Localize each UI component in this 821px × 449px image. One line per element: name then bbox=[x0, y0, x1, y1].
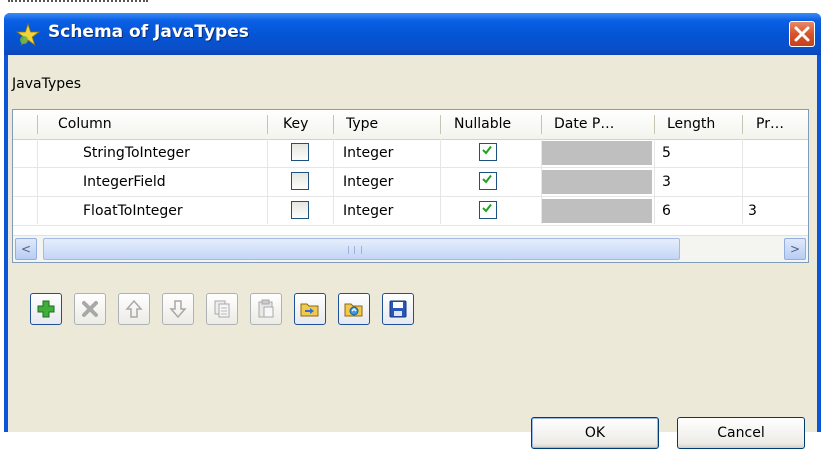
nullable-checkbox[interactable] bbox=[479, 172, 497, 190]
col-header-date-pattern[interactable]: Date P… bbox=[554, 110, 654, 139]
col-header-column[interactable]: Column bbox=[58, 110, 258, 139]
cancel-button[interactable]: Cancel bbox=[677, 417, 805, 449]
import-icon bbox=[300, 303, 319, 317]
close-icon bbox=[794, 26, 810, 42]
checkmark-icon bbox=[482, 174, 492, 184]
save-icon bbox=[389, 300, 407, 318]
window-title: Schema of JavaTypes bbox=[48, 22, 249, 42]
table-row[interactable]: StringToInteger Integer 5 bbox=[13, 139, 808, 168]
close-button[interactable] bbox=[789, 21, 815, 47]
move-down-button[interactable] bbox=[162, 293, 194, 325]
key-checkbox[interactable] bbox=[291, 172, 309, 190]
checkmark-icon bbox=[482, 145, 492, 155]
cell-precision[interactable]: 3 bbox=[748, 197, 757, 225]
table-row[interactable]: FloatToInteger Integer 6 3 bbox=[13, 197, 808, 226]
paste-button[interactable] bbox=[250, 293, 282, 325]
grip-icon bbox=[348, 246, 362, 254]
scroll-thumb[interactable] bbox=[43, 238, 680, 260]
col-header-key[interactable]: Key bbox=[283, 110, 323, 139]
cell-type[interactable]: Integer bbox=[343, 197, 393, 225]
cell-column-name[interactable]: IntegerField bbox=[83, 168, 166, 196]
col-header-nullable[interactable]: Nullable bbox=[454, 110, 544, 139]
table-row[interactable]: IntegerField Integer 3 bbox=[13, 168, 808, 197]
paste-icon bbox=[258, 299, 274, 318]
cell-length[interactable]: 5 bbox=[662, 139, 671, 167]
col-header-length[interactable]: Length bbox=[667, 110, 742, 139]
schema-section-label: JavaTypes bbox=[12, 76, 82, 92]
scroll-right-button[interactable]: > bbox=[784, 238, 806, 260]
cell-type[interactable]: Integer bbox=[343, 168, 393, 196]
key-checkbox[interactable] bbox=[291, 201, 309, 219]
horizontal-scrollbar[interactable]: < > bbox=[13, 235, 808, 262]
nullable-checkbox[interactable] bbox=[479, 201, 497, 219]
move-up-icon bbox=[125, 299, 143, 318]
app-star-icon bbox=[16, 23, 40, 47]
date-pattern-cell bbox=[542, 170, 652, 194]
checkmark-icon bbox=[482, 203, 492, 213]
ok-button[interactable]: OK bbox=[531, 417, 659, 449]
background-window-edge bbox=[0, 0, 821, 14]
date-pattern-cell bbox=[542, 141, 652, 165]
cell-length[interactable]: 3 bbox=[662, 168, 671, 196]
col-header-precision[interactable]: Pr… bbox=[756, 110, 806, 139]
add-row-button[interactable] bbox=[30, 293, 62, 325]
delete-row-button[interactable] bbox=[74, 293, 106, 325]
schema-dialog: Schema of JavaTypes JavaTypes Column Key… bbox=[4, 13, 821, 449]
schema-table: Column Key Type Nullable Date P… Length … bbox=[12, 109, 809, 263]
title-bar[interactable]: Schema of JavaTypes bbox=[4, 13, 821, 55]
key-checkbox[interactable] bbox=[291, 143, 309, 161]
cell-column-name[interactable]: FloatToInteger bbox=[83, 197, 183, 225]
nullable-checkbox[interactable] bbox=[479, 143, 497, 161]
cell-column-name[interactable]: StringToInteger bbox=[83, 139, 190, 167]
add-icon bbox=[37, 300, 55, 318]
copy-button[interactable] bbox=[206, 293, 238, 325]
move-up-button[interactable] bbox=[118, 293, 150, 325]
cell-length[interactable]: 6 bbox=[662, 197, 671, 225]
date-pattern-cell bbox=[542, 199, 652, 223]
move-down-icon bbox=[169, 300, 187, 319]
table-header: Column Key Type Nullable Date P… Length … bbox=[13, 110, 808, 140]
cell-type[interactable]: Integer bbox=[343, 139, 393, 167]
col-header-type[interactable]: Type bbox=[346, 110, 426, 139]
import-button[interactable] bbox=[294, 293, 326, 325]
scroll-left-button[interactable]: < bbox=[15, 238, 37, 260]
export-icon bbox=[344, 303, 363, 317]
dialog-client-area: JavaTypes Column Key Type Nullable Date … bbox=[8, 55, 817, 449]
copy-icon bbox=[214, 300, 230, 318]
save-button[interactable] bbox=[382, 293, 414, 325]
delete-icon bbox=[82, 301, 98, 317]
export-button[interactable] bbox=[338, 293, 370, 325]
